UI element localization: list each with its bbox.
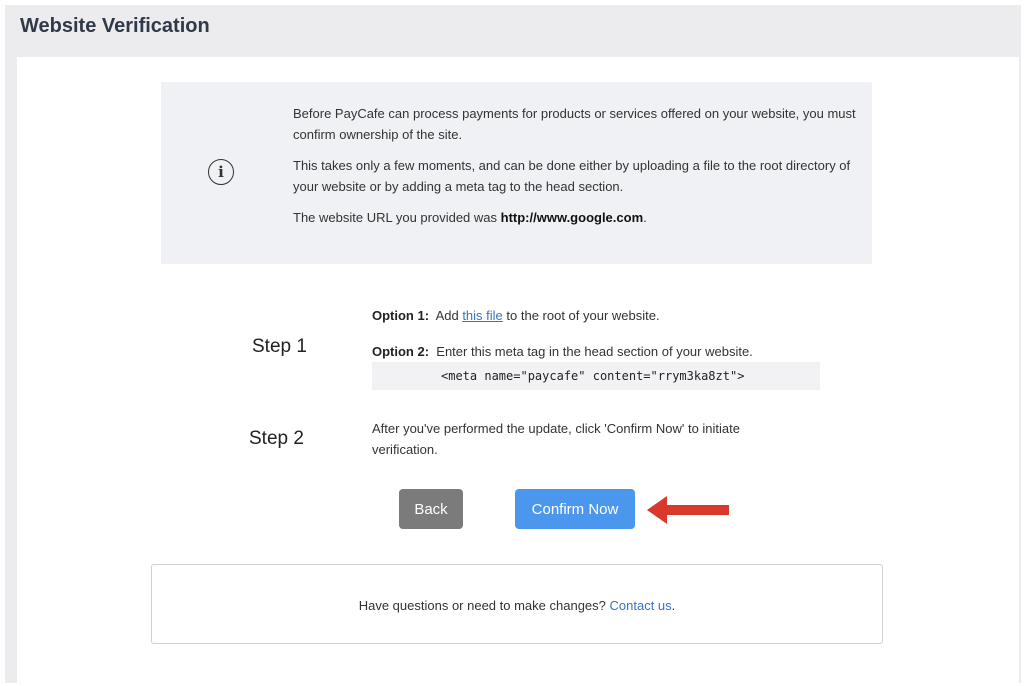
step-2-text: After you've performed the update, click… (372, 421, 740, 457)
option-1-label: Option 1: (372, 308, 430, 323)
option-2: Option 2: Enter this meta tag in the hea… (372, 344, 753, 359)
arrow-head (647, 496, 729, 524)
back-button[interactable]: Back (399, 489, 463, 529)
step-1-label: Step 1 (252, 336, 307, 357)
verification-card: i Before PayCafe can process payments fo… (17, 57, 1019, 683)
contact-suffix: . (671, 598, 676, 613)
info-circle-icon: i (208, 159, 234, 185)
url-prefix: The website URL you provided was (293, 210, 501, 225)
step-2-label: Step 2 (249, 428, 304, 449)
info-url-line: The website URL you provided was http://… (293, 207, 868, 228)
info-paragraph-2: This takes only a few moments, and can b… (293, 158, 851, 194)
option-2-label: Option 2: (372, 344, 430, 359)
option-1: Option 1: Add this file to the root of y… (372, 308, 660, 323)
info-paragraph-1: Before PayCafe can process payments for … (293, 106, 856, 142)
meta-tag-code[interactable]: <meta name="paycafe" content="rrym3ka8zt… (372, 362, 820, 390)
contact-box: Have questions or need to make changes? … (151, 564, 883, 644)
contact-text: Have questions or need to make changes? (358, 598, 610, 613)
contact-us-link[interactable]: Contact us (610, 598, 672, 613)
info-text: Before PayCafe can process payments for … (293, 103, 868, 238)
option-1-text-before: Add (435, 308, 463, 323)
page-title: Website Verification (20, 15, 210, 37)
url-suffix: . (643, 210, 647, 225)
option-1-text-after: to the root of your website. (502, 308, 660, 323)
info-box: i Before PayCafe can process payments fo… (161, 82, 872, 264)
confirm-now-button[interactable]: Confirm Now (515, 489, 635, 529)
red-arrow-icon (647, 496, 729, 524)
page-frame: Website Verification i Before PayCafe ca… (5, 5, 1021, 683)
this-file-link[interactable]: this file (462, 308, 502, 323)
option-2-text: Enter this meta tag in the head section … (436, 344, 753, 359)
website-url: http://www.google.com (500, 210, 644, 225)
